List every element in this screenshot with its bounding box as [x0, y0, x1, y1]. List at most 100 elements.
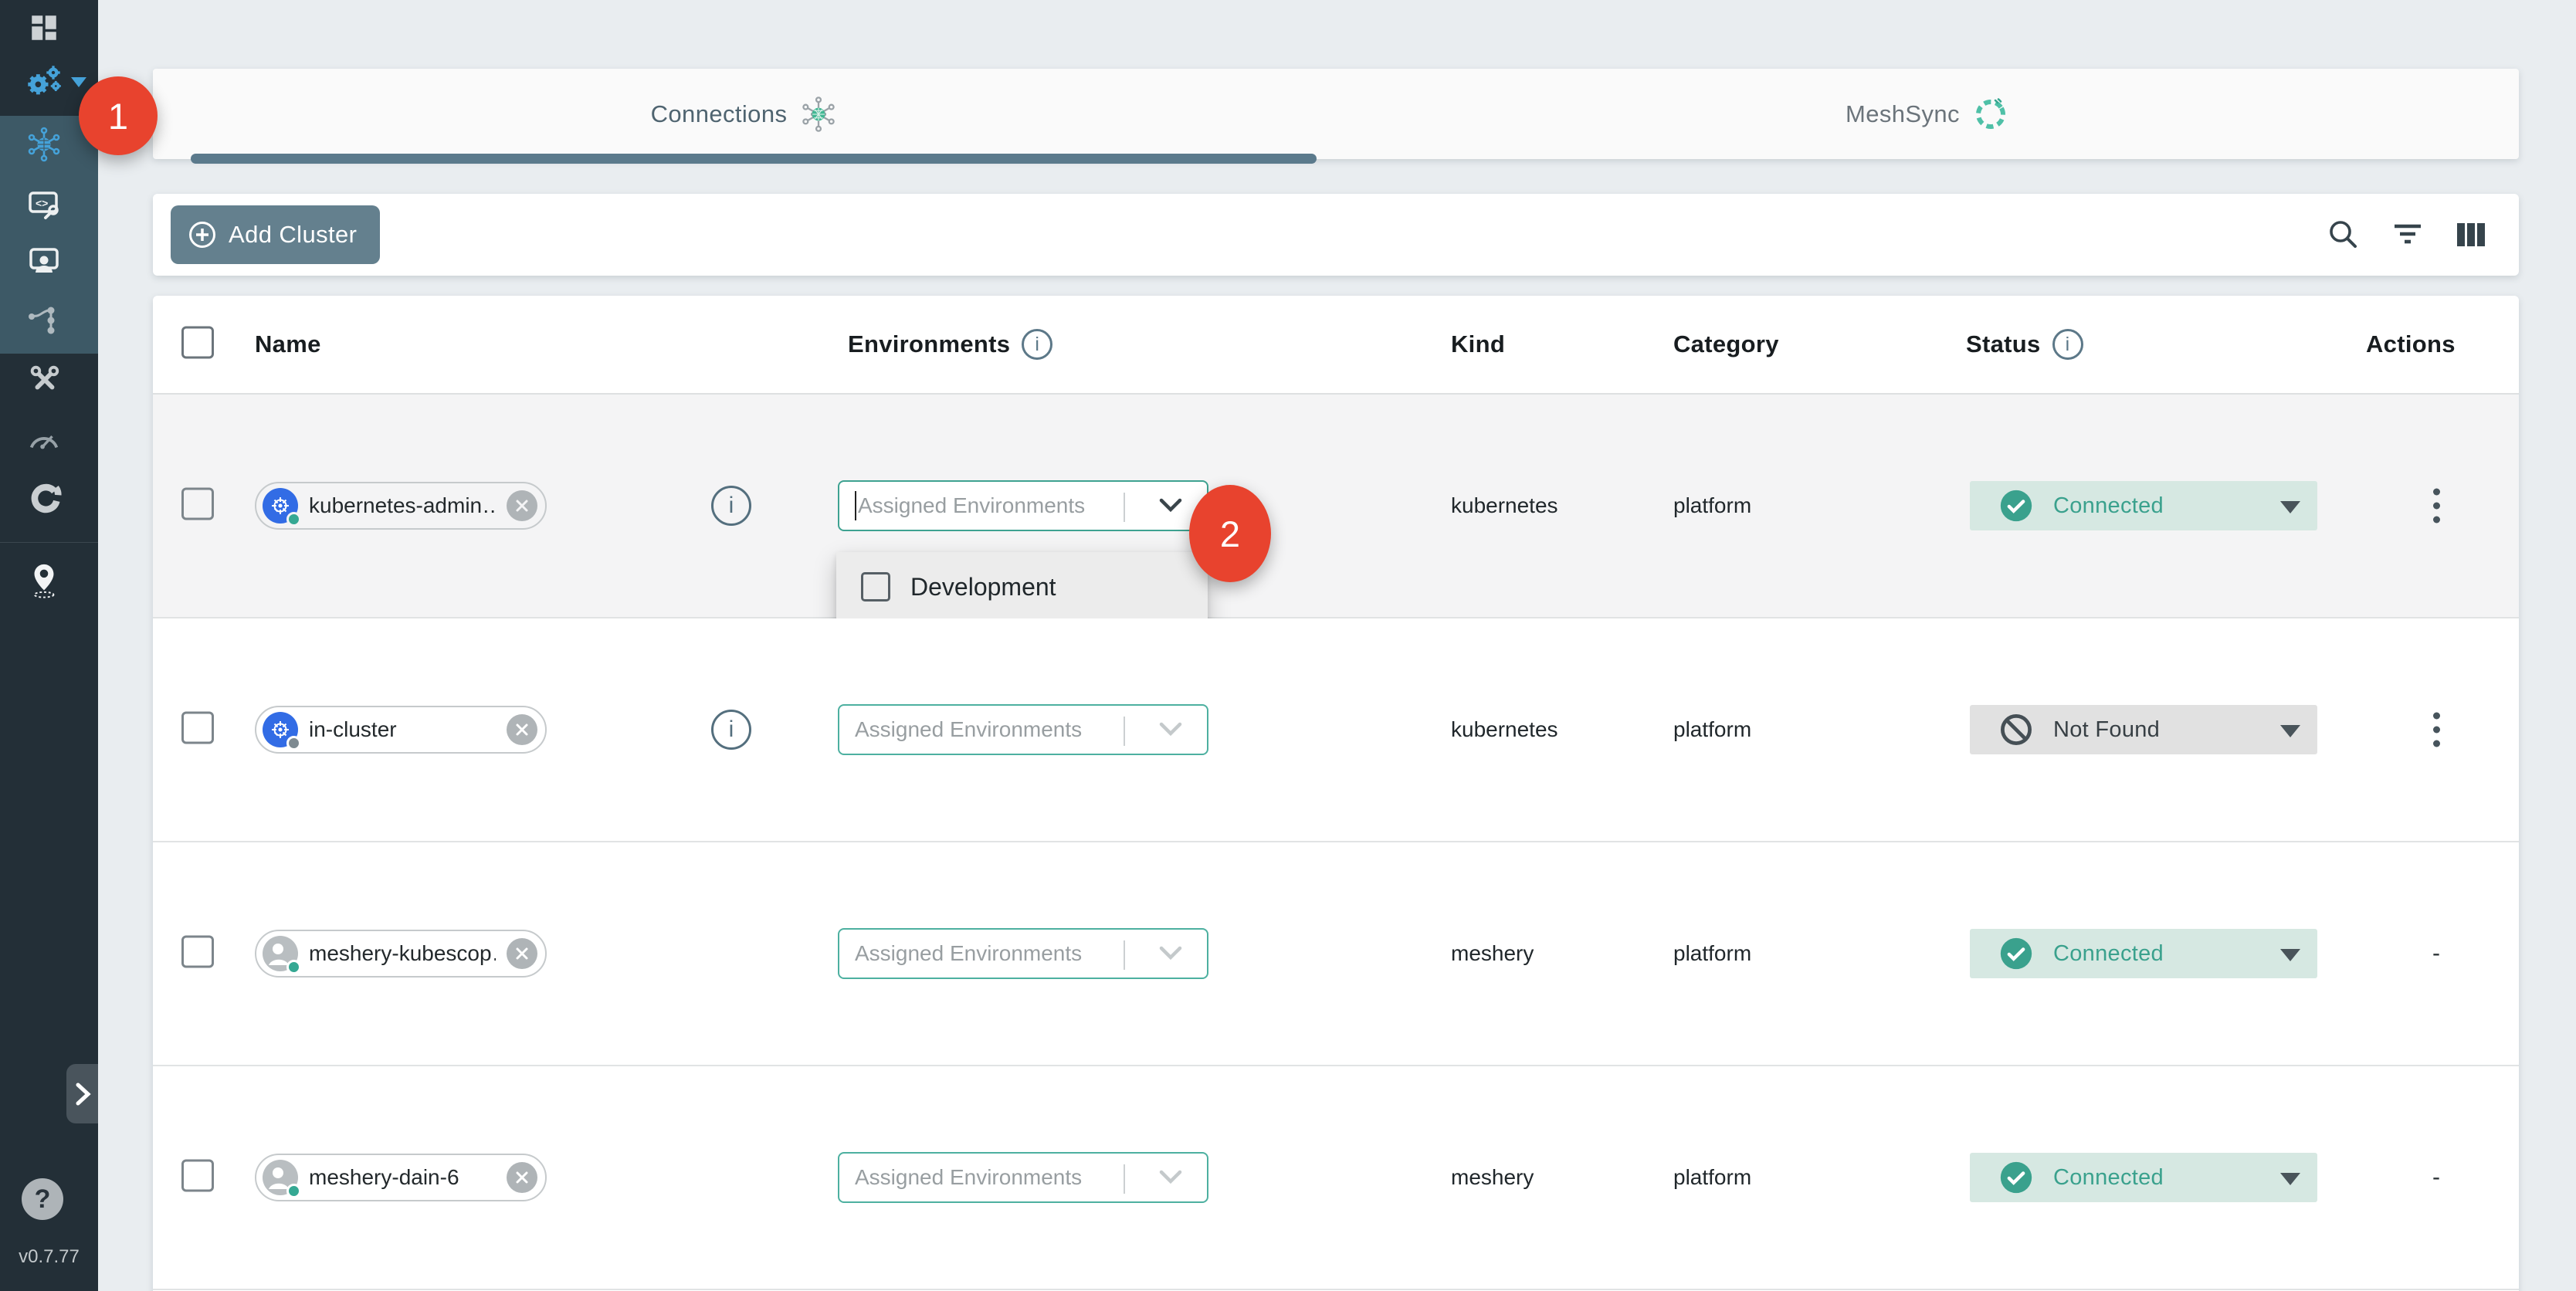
connection-name: in-cluster [309, 717, 496, 742]
status-select[interactable]: Connected [1970, 1153, 2317, 1202]
row-checkbox[interactable] [181, 488, 214, 520]
help-button[interactable]: ? [22, 1178, 63, 1220]
kind-value: meshery [1451, 941, 1534, 966]
connection-info-icon[interactable]: i [711, 710, 751, 750]
sidebar-item-adapters[interactable]: <> [25, 185, 63, 222]
status-select[interactable]: Connected [1970, 481, 2317, 530]
meshsync-spinner-icon [1972, 96, 2009, 133]
kind-value: kubernetes [1451, 717, 1558, 742]
search-icon[interactable] [2324, 216, 2361, 253]
row-checkbox[interactable] [181, 712, 214, 744]
select-divider [1124, 1164, 1125, 1194]
delete-connection-icon[interactable] [507, 938, 537, 969]
meshery-connections-page: <> [0, 0, 2576, 1291]
status-info-icon[interactable]: i [2052, 329, 2083, 360]
chevron-down-icon[interactable] [1158, 720, 1184, 742]
tab-meshsync-label: MeshSync [1846, 100, 1960, 128]
chevron-down-icon[interactable] [1158, 944, 1184, 966]
dashboard-grid-icon[interactable] [25, 9, 63, 46]
add-cluster-button[interactable]: Add Cluster [171, 205, 380, 264]
category-value: platform [1673, 717, 1751, 742]
option-checkbox[interactable] [861, 572, 890, 601]
tab-connections[interactable]: Connections [153, 69, 1336, 159]
lifecycle-gears-icon[interactable] [25, 63, 63, 100]
connections-table: Name Environments i Kind Category Status… [153, 296, 2519, 1291]
column-header-actions: Actions [2366, 330, 2456, 358]
delete-connection-icon[interactable] [507, 714, 537, 745]
chevron-down-icon[interactable] [1158, 1167, 1184, 1190]
environments-placeholder: Assigned Environments [858, 493, 1085, 518]
active-tab-indicator [191, 154, 1317, 164]
row-checkbox[interactable] [181, 1160, 214, 1192]
option-label: Development [910, 573, 1056, 601]
assigned-environments-select[interactable]: Assigned Environments [838, 928, 1208, 979]
sidebar-item-designs[interactable] [25, 242, 63, 280]
assigned-environments-select[interactable]: Assigned Environments [838, 480, 1208, 531]
map-pin-icon[interactable] [25, 562, 63, 599]
kubernetes-logo-icon [263, 712, 298, 747]
status-caret-icon [2280, 725, 2300, 737]
view-columns-icon[interactable] [2452, 216, 2490, 253]
delete-connection-icon[interactable] [507, 1162, 537, 1193]
main-content: Connections MeshSync [98, 0, 2576, 1291]
lifecycle-expand-caret-icon[interactable] [71, 77, 86, 87]
status-label: Connected [2053, 941, 2164, 967]
status-label: Connected [2053, 1165, 2164, 1191]
column-header-category: Category [1673, 330, 1779, 358]
sidebar-item-flows[interactable] [25, 302, 63, 339]
annotation-badge-1: 1 [79, 76, 158, 155]
actions-empty: - [2432, 940, 2440, 967]
delete-connection-icon[interactable] [507, 490, 537, 521]
assigned-environments-select[interactable]: Assigned Environments [838, 704, 1208, 755]
status-caret-icon [2280, 949, 2300, 961]
kind-value: meshery [1451, 1165, 1534, 1190]
text-cursor [855, 491, 856, 520]
sidebar-item-configuration[interactable] [25, 361, 63, 398]
status-label: Connected [2053, 493, 2164, 519]
chevron-down-icon[interactable] [1158, 496, 1184, 518]
app-version: v0.7.77 [0, 1246, 98, 1268]
connection-chip[interactable]: meshery-kubescop… [255, 930, 547, 978]
connection-chip[interactable]: in-cluster [255, 706, 547, 754]
sidebar-item-performance[interactable] [25, 420, 63, 457]
connection-info-icon[interactable]: i [711, 486, 751, 526]
column-header-environments: Environments [848, 330, 1010, 358]
connection-chip[interactable]: kubernetes-admin… [255, 482, 547, 530]
filter-icon[interactable] [2389, 216, 2426, 253]
table-header-row: Name Environments i Kind Category Status… [153, 296, 2519, 395]
avatar-icon [263, 936, 298, 971]
connection-name: meshery-dain-6 [309, 1165, 496, 1190]
tab-meshsync[interactable]: MeshSync [1336, 69, 2519, 159]
avatar-icon [263, 1160, 298, 1195]
table-row: meshery-dain-6 Assigned Environments mes [153, 1066, 2519, 1290]
status-select[interactable]: Not Found [1970, 705, 2317, 754]
kebab-menu-icon[interactable] [2429, 708, 2445, 752]
environments-placeholder: Assigned Environments [855, 1165, 1082, 1190]
annotation-badge-2: 2 [1189, 485, 1271, 582]
category-value: platform [1673, 941, 1751, 966]
sidebar-item-extensions[interactable] [25, 479, 63, 517]
connections-mesh-icon [799, 95, 838, 134]
dropdown-option-development[interactable]: Development [836, 552, 1208, 622]
select-divider [1124, 940, 1125, 970]
status-label: Not Found [2053, 717, 2160, 743]
assigned-environments-select[interactable]: Assigned Environments [838, 1152, 1208, 1203]
connection-chip[interactable]: meshery-dain-6 [255, 1154, 547, 1201]
kubernetes-logo-icon [263, 488, 298, 524]
check-circle-icon [1999, 937, 2033, 971]
environments-info-icon[interactable]: i [1022, 329, 1052, 360]
kebab-menu-icon[interactable] [2429, 484, 2445, 528]
select-divider [1124, 717, 1125, 746]
sidebar-item-connections[interactable] [25, 126, 63, 163]
category-value: platform [1673, 1165, 1751, 1190]
chevron-right-icon [73, 1081, 93, 1107]
sidebar-expand-toggle[interactable] [66, 1064, 98, 1123]
select-all-checkbox[interactable] [181, 327, 214, 359]
connection-name: kubernetes-admin… [309, 493, 496, 518]
select-divider [1124, 493, 1125, 522]
row-checkbox[interactable] [181, 936, 214, 968]
plus-circle-icon [188, 220, 217, 249]
status-select[interactable]: Connected [1970, 929, 2317, 978]
status-dot-connected [286, 1184, 301, 1198]
status-dot-connected [286, 960, 301, 974]
